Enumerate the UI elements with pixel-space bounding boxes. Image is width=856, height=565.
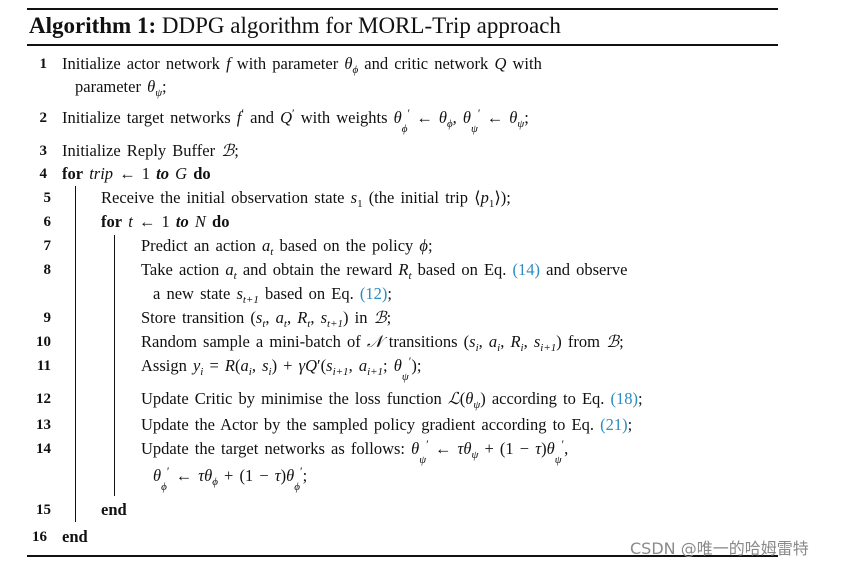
algo-line-14: Update the target networks as follows: θ… (141, 437, 569, 466)
caption-rule (27, 44, 778, 47)
algo-line-1: Initialize actor network f with paramete… (62, 54, 542, 76)
line-number: 4 (39, 166, 48, 182)
eq-12-link[interactable]: (12) (360, 284, 388, 303)
algo-line-8: Take action at and obtain the reward Rt … (141, 260, 628, 282)
algo-line-9: Store transition (st, at, Rt, st+1) in ℬ… (141, 308, 392, 330)
algo-line-8-cont: a new state st+1 based on Eq. (12); (153, 284, 392, 306)
algo-line-14-cont: θϕ′ ← τθϕ + (1 − τ)θϕ′; (153, 464, 308, 493)
eq-18-link[interactable]: (18) (611, 389, 639, 408)
line-number: 9 (43, 310, 52, 326)
line-number: 2 (39, 110, 48, 126)
algorithm-title: DDPG algorithm for MORL-Trip approach (161, 13, 561, 38)
line-number: 12 (36, 391, 51, 407)
line-number: 7 (43, 238, 52, 254)
line-number: 1 (39, 56, 48, 72)
algo-line-5: Receive the initial observation state s1… (101, 188, 511, 210)
watermark: CSDN @唯一的哈姆雷特 (630, 539, 809, 558)
algo-line-2: Initialize target networks f′ and Q′ wit… (62, 106, 529, 135)
line-number: 15 (36, 502, 51, 518)
algo-line-4: for trip ← 1 to G do (62, 164, 211, 183)
line-number: 3 (39, 143, 48, 159)
line-number: 8 (43, 262, 52, 278)
algo-line-13: Update the Actor by the sampled policy g… (141, 415, 633, 434)
line-number: 13 (36, 417, 51, 433)
algo-line-1-cont: parameter θψ; (75, 77, 167, 99)
line-number: 10 (36, 334, 51, 350)
algorithm-label: Algorithm 1: (29, 13, 157, 38)
algo-line-15: end (101, 500, 127, 519)
algo-line-11: Assign yi = R(ai, si) + γQ′(si+1, ai+1; … (141, 354, 422, 383)
line-number: 11 (36, 358, 51, 374)
algo-line-3: Initialize Reply Buffer ℬ; (62, 141, 239, 160)
algo-line-16: end (62, 527, 88, 546)
line-number: 6 (43, 214, 52, 230)
line-number: 16 (32, 529, 47, 545)
line-number: 5 (43, 190, 52, 206)
eq-21-link[interactable]: (21) (600, 415, 628, 434)
outer-loop-bar (75, 186, 77, 522)
algorithm-caption: Algorithm 1: DDPG algorithm for MORL-Tri… (29, 10, 561, 42)
inner-loop-bar (114, 235, 116, 496)
line-number: 14 (36, 441, 51, 457)
algo-line-7: Predict an action at based on the policy… (141, 236, 433, 258)
eq-14-link[interactable]: (14) (513, 260, 541, 279)
algo-line-12: Update Critic by minimise the loss funct… (141, 389, 643, 411)
algo-line-10: Random sample a mini-batch of 𝒩 transiti… (141, 332, 624, 354)
algo-line-6: for t ← 1 to N do (101, 212, 230, 231)
